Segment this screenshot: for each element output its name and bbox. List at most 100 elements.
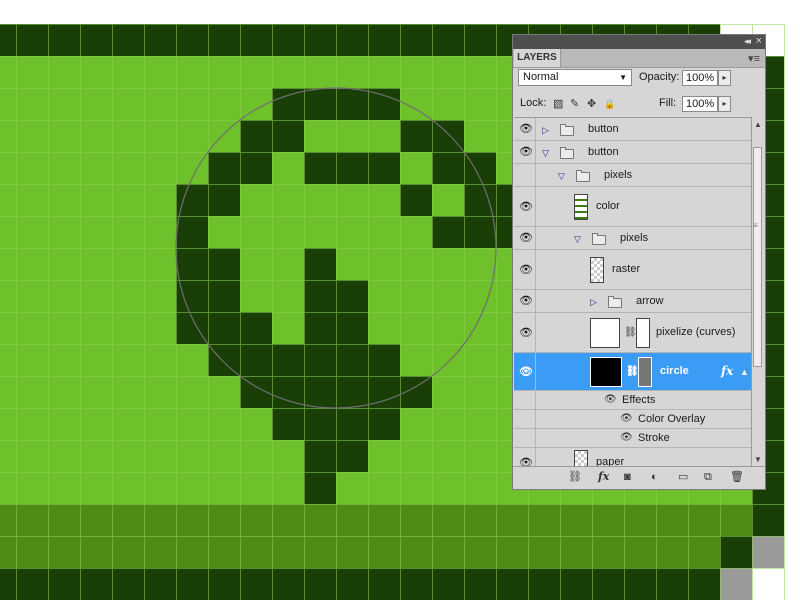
button-pixel [336,408,368,440]
visibility-toggle[interactable]: 👁 [514,227,536,249]
lock-image-icon[interactable]: ✎ [570,98,579,110]
tab-layers[interactable]: LAYERS [514,49,561,67]
adjustment-icon[interactable]: ◐ [651,471,658,483]
button-pixel [368,408,400,440]
visibility-toggle[interactable]: 👁 [514,250,536,289]
visibility-toggle[interactable] [514,164,536,186]
button-pixel [336,376,368,408]
button-pixel [208,312,240,344]
button-pixel [304,344,336,376]
folder-icon [592,232,606,245]
layer-thumbnail [590,257,604,283]
effect-visibility-eye-icon[interactable]: 👁 [620,413,633,424]
eye-icon: 👁 [519,295,533,307]
fx-icon[interactable]: fx [598,471,609,483]
trash-icon[interactable]: 🗑 [730,471,744,483]
button-pixel [336,280,368,312]
visibility-toggle[interactable] [514,391,536,409]
layer-row-effects[interactable]: 👁 Effects [514,391,751,410]
scrollbar-thumb[interactable] [753,147,762,367]
visibility-toggle[interactable]: 👁 [514,141,536,163]
lock-position-icon[interactable]: ✥ [587,98,596,110]
opacity-slider-button[interactable]: ▸ [718,70,731,86]
effect-visibility-eye-icon[interactable]: 👁 [620,432,633,443]
button-pixel [208,344,240,376]
mask-thumbnail[interactable] [636,318,650,348]
button-pixel [464,216,496,248]
link-icon[interactable]: ⛓ [624,327,637,338]
shape-thumbnail [590,357,622,387]
link-icon[interactable]: ⛓ [568,471,582,483]
eye-icon: 👁 [519,326,533,339]
layer-row-button[interactable]: 👁 ▷ button [514,118,751,141]
button-pixel [240,312,272,344]
button-pixel [272,120,304,152]
visibility-toggle[interactable]: 👁 [514,290,536,312]
button-pixel [208,184,240,216]
link-icon[interactable]: ⛓ [626,366,639,377]
fill-slider-button[interactable]: ▸ [718,96,731,112]
collapse-triangle-icon[interactable]: ▷ [542,125,549,135]
panel-menu-icon[interactable]: ▾≡ [748,52,760,65]
close-icon[interactable]: × [756,35,762,47]
layer-row-pixels[interactable]: 👁 ▽ pixels [514,227,751,250]
folder-icon [608,295,622,308]
button-pixel [336,152,368,184]
scroll-up-icon[interactable]: ▲ [754,120,762,129]
layer-row-pixels[interactable]: ▽ pixels [514,164,751,187]
expand-triangle-icon[interactable]: ▽ [558,171,565,181]
layer-row-circle[interactable]: 👁 ⛓ circle fx ▲ [514,353,751,391]
layer-name: raster [612,263,641,275]
visibility-toggle[interactable]: 👁 [514,353,536,390]
new-layer-icon[interactable]: ⧉ [704,471,712,483]
visibility-toggle[interactable] [514,410,536,428]
lock-all-icon[interactable]: 🔒 [604,98,615,110]
button-pixel [304,88,336,120]
button-pixel [304,152,336,184]
expand-triangle-icon[interactable]: ▽ [542,148,549,158]
layer-row-raster[interactable]: 👁 raster [514,250,751,290]
scroll-down-icon[interactable]: ▼ [754,455,762,464]
layer-row-color[interactable]: 👁 color [514,187,751,227]
collapse-icon[interactable]: ◂◂ [744,36,751,47]
fx-icon[interactable]: fx [721,364,733,378]
layer-row-color-overlay[interactable]: 👁 Color Overlay [514,410,751,429]
layer-thumbnail [574,194,588,220]
panel-bottom-toolbar: ⛓ fx ◙ ◐ ▭ ⧉ 🗑 [513,466,765,489]
layers-panel: ◂◂ × LAYERS ▾≡ Normal ▼ Opacity: 100% ▸ … [512,34,766,490]
visibility-toggle[interactable]: 👁 [514,448,536,468]
layer-row-button[interactable]: 👁 ▽ button [514,141,751,164]
layer-name: circle [660,365,689,377]
folder-icon[interactable]: ▭ [678,471,688,483]
eye-icon: 👁 [519,365,533,378]
effect-visibility-eye-icon[interactable]: 👁 [604,394,617,405]
curves-icon [590,318,620,348]
eye-icon: 👁 [519,200,533,213]
panel-title-bar[interactable]: ◂◂ × [513,35,765,49]
button-pixel [304,312,336,344]
layer-row-pixelize-curves[interactable]: 👁 ⛓ pixelize (curves) [514,313,751,353]
layer-row-paper[interactable]: 👁 paper [514,448,751,468]
layer-row-arrow[interactable]: 👁 ▷ arrow [514,290,751,313]
fill-field[interactable]: 100% [682,96,718,112]
opacity-field[interactable]: 100% [682,70,718,86]
collapse-triangle-icon[interactable]: ▷ [590,297,597,307]
bottom-dark-band [0,568,720,600]
mask-icon[interactable]: ◙ [624,471,631,483]
blend-mode-value: Normal [523,71,559,83]
layer-row-stroke[interactable]: 👁 Stroke [514,429,751,448]
effects-expand-icon[interactable]: ▲ [740,367,749,377]
visibility-toggle[interactable]: 👁 [514,118,536,140]
vector-mask-thumbnail[interactable] [638,357,652,387]
visibility-toggle[interactable] [514,429,536,447]
eye-icon: 👁 [519,232,533,244]
blend-mode-select[interactable]: Normal ▼ [518,69,632,86]
corner-dark-pixel [720,536,752,568]
lock-transparency-icon[interactable]: ▧ [553,98,563,110]
visibility-toggle[interactable]: 👁 [514,187,536,226]
layer-name: Effects [622,393,656,406]
layer-list-scrollbar[interactable]: ▲ ≡ ▼ [751,117,765,467]
visibility-toggle[interactable]: 👁 [514,313,536,352]
expand-triangle-icon[interactable]: ▽ [574,234,581,244]
button-pixel [336,312,368,344]
